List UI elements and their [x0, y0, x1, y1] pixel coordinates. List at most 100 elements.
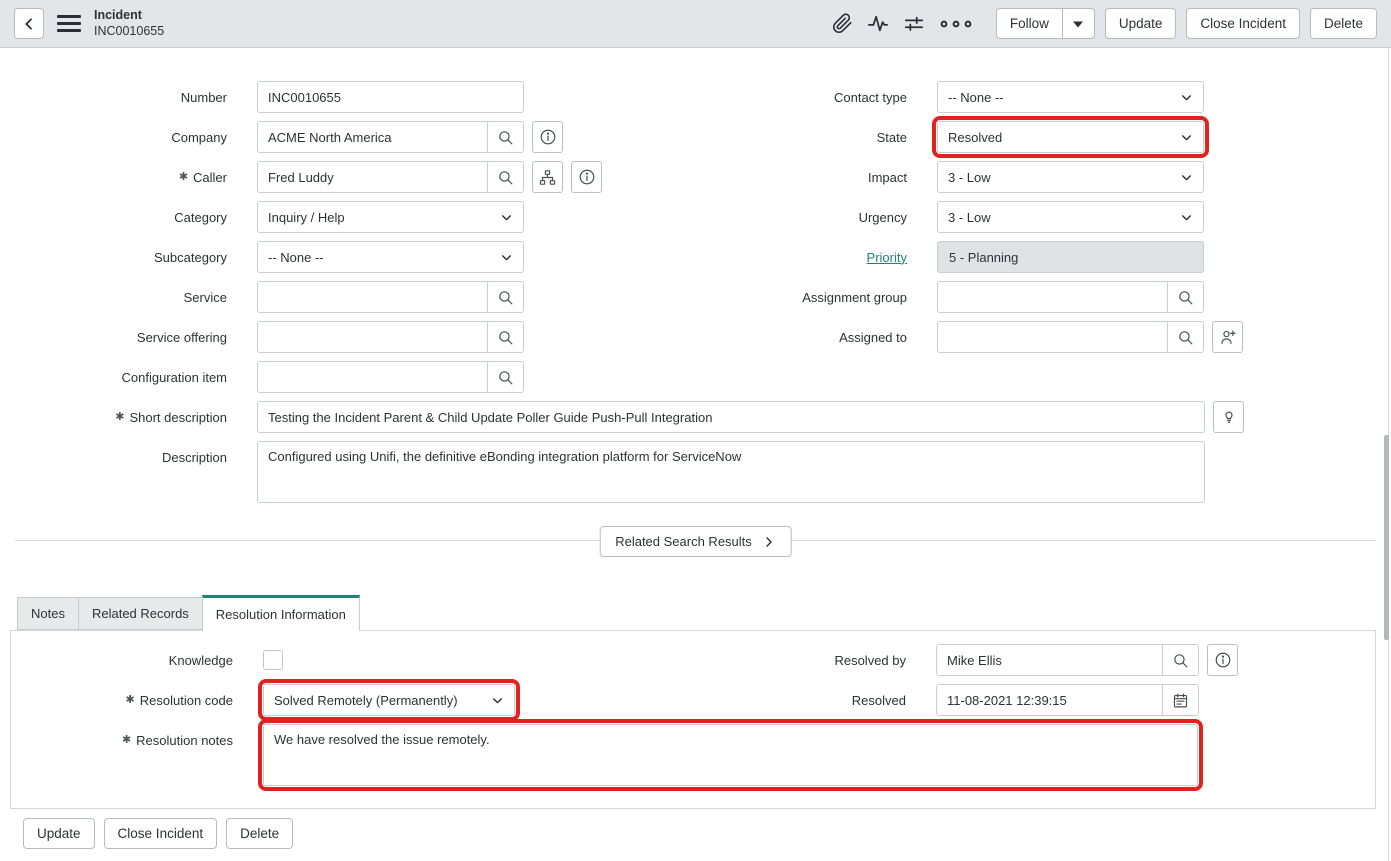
delete-button-footer[interactable]: Delete	[226, 818, 293, 849]
service-lookup-button[interactable]	[487, 282, 523, 312]
tab-resolution-information[interactable]: Resolution Information	[202, 595, 360, 631]
assign-to-me-button[interactable]	[1212, 321, 1243, 353]
caller-lookup-button[interactable]	[487, 162, 523, 192]
search-icon	[497, 169, 514, 186]
info-icon	[578, 168, 596, 186]
resolved-by-preview-button[interactable]	[1207, 644, 1238, 676]
resolution-notes-row: ✱Resolution notes We have resolved the i…	[11, 724, 1375, 786]
company-label: Company	[0, 130, 227, 145]
company-input[interactable]	[258, 122, 487, 152]
required-icon: ✱	[122, 735, 131, 746]
chevron-right-icon	[762, 535, 776, 549]
update-button-footer[interactable]: Update	[23, 818, 95, 849]
update-button-header[interactable]: Update	[1105, 8, 1177, 39]
configuration-item-label: Configuration item	[0, 370, 227, 385]
configuration-item-input[interactable]	[258, 362, 487, 392]
resolved-input[interactable]	[937, 685, 1162, 715]
caller-org-chart-button[interactable]	[532, 161, 563, 193]
caller-input[interactable]	[258, 162, 487, 192]
resolution-code-select[interactable]: Solved Remotely (Permanently)	[263, 684, 515, 716]
priority-link[interactable]: Priority	[867, 250, 907, 265]
service-offering-field	[257, 321, 524, 353]
caller-row: ✱Caller	[0, 161, 695, 193]
tab-related-records[interactable]: Related Records	[78, 597, 203, 630]
knowledge-label: Knowledge	[11, 653, 233, 668]
org-chart-icon	[539, 169, 556, 186]
category-select[interactable]: Inquiry / Help	[257, 201, 524, 233]
activity-stream-button[interactable]	[860, 9, 896, 39]
resolution-notes-textarea[interactable]: We have resolved the issue remotely.	[263, 724, 1198, 786]
back-button[interactable]	[14, 8, 44, 39]
resolved-by-input[interactable]	[937, 645, 1162, 675]
follow-button[interactable]: Follow	[996, 8, 1063, 39]
assigned-to-row: Assigned to	[695, 321, 1391, 353]
more-options-button[interactable]	[932, 13, 980, 35]
description-textarea[interactable]: Configured using Unifi, the definitive e…	[257, 441, 1205, 503]
resolved-date-picker-button[interactable]	[1162, 685, 1198, 715]
tab-notes[interactable]: Notes	[17, 597, 79, 630]
resolved-by-label: Resolved by	[701, 653, 906, 668]
number-row: Number	[0, 81, 695, 113]
state-row: State Resolved	[695, 121, 1391, 153]
attachment-button[interactable]	[825, 9, 860, 38]
close-incident-button-header[interactable]: Close Incident	[1186, 8, 1300, 39]
company-preview-button[interactable]	[532, 121, 563, 153]
suggestion-button[interactable]	[1213, 401, 1244, 433]
assigned-to-field	[937, 321, 1204, 353]
service-offering-input[interactable]	[258, 322, 487, 352]
chevron-down-icon	[1180, 171, 1193, 184]
sliders-filter-icon	[903, 13, 925, 35]
resolution-information-panel: Knowledge ✱Resolution code Solved Remote…	[10, 630, 1376, 809]
company-field	[257, 121, 524, 153]
subcategory-row: Subcategory -- None --	[0, 241, 695, 273]
configuration-item-lookup-button[interactable]	[487, 362, 523, 392]
scrollbar-thumb[interactable]	[1384, 435, 1389, 640]
form-right-column: Contact type -- None -- State Resolved I…	[695, 81, 1391, 401]
assignment-group-input[interactable]	[938, 282, 1167, 312]
priority-row: Priority 5 - Planning	[695, 241, 1391, 273]
service-offering-lookup-button[interactable]	[487, 322, 523, 352]
related-search-results-button[interactable]: Related Search Results	[599, 526, 792, 557]
short-description-input[interactable]	[257, 401, 1205, 433]
service-input[interactable]	[258, 282, 487, 312]
resolved-by-lookup-button[interactable]	[1162, 645, 1198, 675]
number-input[interactable]	[257, 81, 524, 113]
subcategory-select[interactable]: -- None --	[257, 241, 524, 273]
urgency-select[interactable]: 3 - Low	[937, 201, 1204, 233]
delete-button-header[interactable]: Delete	[1310, 8, 1377, 39]
impact-select[interactable]: 3 - Low	[937, 161, 1204, 193]
chevron-down-icon	[500, 251, 513, 264]
assigned-to-lookup-button[interactable]	[1167, 322, 1203, 352]
service-offering-label: Service offering	[0, 330, 227, 345]
contact-type-select[interactable]: -- None --	[937, 81, 1204, 113]
service-field	[257, 281, 524, 313]
chevron-down-icon	[491, 694, 504, 707]
priority-label: Priority	[695, 250, 907, 265]
chevron-down-icon	[1180, 211, 1193, 224]
number-label: Number	[0, 90, 227, 105]
resolved-by-row: Resolved by	[701, 644, 1375, 676]
priority-value: 5 - Planning	[937, 241, 1204, 273]
required-icon: ✱	[126, 695, 135, 706]
close-incident-button-footer[interactable]: Close Incident	[104, 818, 218, 849]
knowledge-checkbox[interactable]	[263, 650, 283, 670]
follow-dropdown-button[interactable]	[1062, 8, 1095, 39]
related-search-divider: Related Search Results	[15, 540, 1376, 541]
state-select[interactable]: Resolved	[937, 121, 1204, 153]
assignment-group-field	[937, 281, 1204, 313]
personalize-form-button[interactable]	[896, 9, 932, 39]
assignment-group-lookup-button[interactable]	[1167, 282, 1203, 312]
knowledge-row: Knowledge	[11, 644, 701, 676]
caller-preview-button[interactable]	[571, 161, 602, 193]
company-lookup-button[interactable]	[487, 122, 523, 152]
resolution-code-row: ✱Resolution code Solved Remotely (Perman…	[11, 684, 701, 716]
contact-type-row: Contact type -- None --	[695, 81, 1391, 113]
contact-type-label: Contact type	[695, 90, 907, 105]
header-bar: Incident INC0010655 Follow Update Close …	[0, 0, 1391, 48]
category-row: Category Inquiry / Help	[0, 201, 695, 233]
assigned-to-input[interactable]	[938, 322, 1167, 352]
record-tabs-section: Notes Related Records Resolution Informa…	[10, 595, 1376, 809]
short-description-row: ✱Short description	[0, 401, 1391, 433]
chevron-down-icon	[1180, 131, 1193, 144]
context-menu-icon[interactable]	[57, 11, 81, 36]
